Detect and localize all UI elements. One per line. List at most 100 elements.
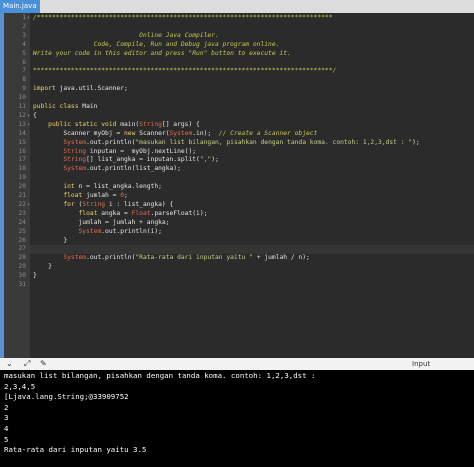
console-line: [Ljava.lang.String;@33909752 [4, 392, 129, 402]
line-number: 13 [18, 120, 26, 128]
console-line: 3 [4, 413, 9, 423]
console-line: 5 [4, 434, 9, 444]
code-token: .out.println( [86, 254, 136, 262]
line-number: 9 [22, 85, 26, 93]
code-token: public static void [48, 120, 117, 128]
tab-bar: Main.java [0, 0, 474, 13]
code-line: float angka = Float.parseFloat(i); [33, 209, 208, 219]
expand-icon[interactable]: ⤢ [24, 358, 30, 370]
code-token: String [82, 200, 106, 208]
line-number: 29 [18, 263, 26, 271]
io-toolbar: ⌄ ⤢ ✎ Input [0, 358, 474, 370]
code-line: float jumlah = 0; [33, 192, 127, 201]
console-output: masukan list bilangan, pisahkan dengan t… [0, 370, 474, 467]
line-number: 7 [22, 67, 26, 75]
code-token: ); [412, 138, 420, 146]
settings-icon[interactable]: ✎ [40, 358, 47, 370]
line-number: 26 [18, 236, 26, 244]
code-token: String [63, 147, 87, 155]
code-line: System.out.println(i); [33, 228, 162, 237]
line-number: 14 [18, 129, 26, 137]
code-token: System [169, 129, 193, 137]
code-line: ****************************************… [33, 67, 336, 76]
code-line: String inputan = myObj.nextLine(); [33, 148, 196, 157]
code-token: jumlah = [82, 192, 121, 199]
code-token: String [63, 156, 87, 164]
code-token: .out.println( [86, 138, 136, 146]
code-token: System [63, 254, 87, 262]
code-token: "Rata-rata dari inputan yaitu " [135, 254, 253, 262]
code-token: ); [211, 156, 219, 164]
line-number: 20 [18, 183, 26, 191]
line-number: 25 [18, 227, 26, 235]
code-token: Scanner myObj = [33, 129, 124, 137]
code-token: } [33, 272, 37, 280]
code-line: Code, Compile, Run and Debug java progra… [33, 41, 280, 50]
line-number: 28 [18, 254, 26, 262]
code-line: { [33, 112, 37, 121]
code-token: System [63, 165, 87, 173]
line-number-gutter: 1 ▾ 2 3 4 5 6 7 8 9 10 11 12 ▾ 13 ▾ 14 15 16 17 18 19 20 21 22 ▾ 2… [4, 13, 30, 358]
code-line: int n = list_angka.length; [33, 183, 162, 192]
line-number: 15 [18, 138, 26, 146]
chevron-down-icon[interactable]: ⌄ [6, 358, 13, 370]
code-token: int [63, 183, 75, 191]
console-line: 2 [4, 402, 9, 412]
code-token: Main [78, 103, 98, 110]
line-number: 10 [18, 94, 26, 102]
line-number: 12 [18, 111, 26, 119]
code-line: System.out.println("Rata-rata dari input… [33, 254, 309, 263]
code-token: .parseFloat(i); [150, 209, 208, 217]
code-token: main( [116, 120, 140, 128]
code-editor[interactable]: /***************************************… [30, 13, 474, 358]
line-number: 16 [18, 147, 26, 155]
line-number: 1 [22, 14, 26, 21]
code-token: "masukan list bilangan, pisahkan dengan … [135, 138, 413, 146]
code-token: [] args) { [161, 120, 200, 128]
code-token: String [139, 120, 162, 128]
line-number: 4 [22, 40, 26, 48]
console-line: 4 [4, 424, 9, 433]
line-number: 22 [18, 200, 26, 208]
code-token: for [63, 200, 75, 208]
line-number: 11 [18, 103, 26, 110]
code-token: [] list_angka = inputan.split( [86, 156, 200, 164]
line-number: 23 [18, 209, 26, 217]
code-token: /***************************************… [33, 14, 333, 21]
code-line: Write your code in this editor and press… [33, 50, 291, 59]
code-line: Online Java Compiler. [33, 32, 219, 41]
code-token: float [78, 209, 98, 217]
code-line: System.out.println(list_angka); [33, 165, 181, 174]
console-line: 2,3,4,5 [4, 381, 36, 391]
line-number: 8 [22, 76, 26, 84]
code-token: inputan = myObj.nextLine(); [86, 147, 197, 155]
code-line: } [33, 263, 52, 272]
line-number: 19 [18, 174, 26, 182]
code-token: "," [199, 156, 212, 164]
code-token: angka = [97, 209, 132, 217]
line-number: 21 [18, 192, 26, 199]
console-line: Rata-rata dari inputan yaitu 3.5 [4, 445, 147, 455]
line-number: 6 [22, 58, 26, 66]
code-line: } [33, 272, 37, 281]
tab-main-java[interactable]: Main.java [0, 0, 40, 13]
code-token: System [63, 138, 87, 146]
code-token: jumlah = jumlah + angka; [33, 218, 170, 226]
code-token: .in); [192, 129, 219, 137]
line-number: 17 [18, 156, 26, 164]
code-token: System [78, 227, 102, 235]
code-token: i : list_angka) { [105, 200, 174, 208]
code-token: public class [33, 103, 79, 110]
code-token: .out.println(i); [101, 227, 162, 235]
code-line: String[] list_angka = inputan.split(",")… [33, 156, 219, 165]
code-token: // Create a Scanner object [218, 129, 318, 137]
